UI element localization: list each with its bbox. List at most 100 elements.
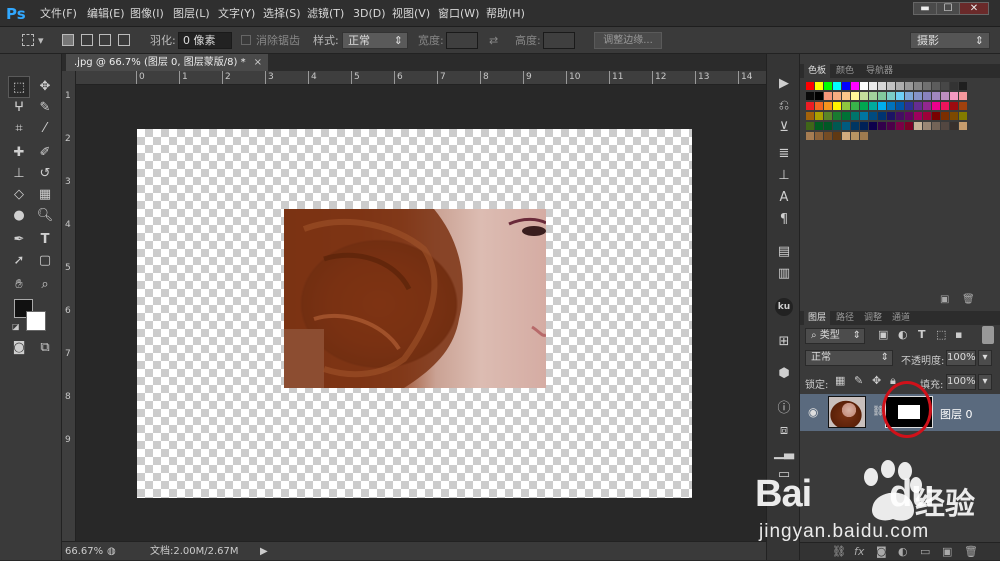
color-swatch[interactable]	[824, 102, 832, 110]
lasso-tool-icon[interactable]: ⵖ	[8, 97, 30, 119]
color-swatch[interactable]	[869, 112, 877, 120]
filter-toggle-icon[interactable]	[982, 326, 994, 344]
color-swatch[interactable]	[851, 92, 859, 100]
tab-adjustments[interactable]: 调整	[860, 311, 886, 325]
color-swatch[interactable]	[887, 102, 895, 110]
eyedropper-tool-icon[interactable]: ⁄	[34, 118, 56, 140]
menu-layer[interactable]: 图层(L)	[173, 0, 210, 27]
paragraph-icon[interactable]: ¶	[773, 210, 795, 230]
color-swatch[interactable]	[905, 122, 913, 130]
height-input[interactable]	[543, 32, 575, 49]
color-swatch[interactable]	[959, 82, 967, 90]
menu-3d[interactable]: 3D(D)	[353, 0, 386, 27]
path-select-tool-icon[interactable]: ➚	[8, 250, 30, 272]
color-swatch[interactable]	[878, 92, 886, 100]
menu-edit[interactable]: 编辑(E)	[87, 0, 125, 27]
antialias-checkbox[interactable]	[241, 35, 251, 45]
color-swatch[interactable]	[851, 82, 859, 90]
color-swatch[interactable]	[842, 92, 850, 100]
color-swatch[interactable]	[842, 112, 850, 120]
color-swatch[interactable]	[959, 102, 967, 110]
color-swatch[interactable]	[887, 112, 895, 120]
filter-type-icon[interactable]: T	[918, 328, 926, 341]
fill-input[interactable]: 100%	[946, 374, 976, 390]
color-swatch[interactable]	[923, 92, 931, 100]
color-swatch[interactable]	[932, 112, 940, 120]
menu-type[interactable]: 文字(Y)	[218, 0, 255, 27]
history-brush-tool-icon[interactable]: ↺	[34, 163, 56, 185]
style-select[interactable]: 正常 ⇕	[342, 32, 408, 49]
color-swatch[interactable]	[833, 102, 841, 110]
color-swatch[interactable]	[914, 82, 922, 90]
color-swatch[interactable]	[923, 102, 931, 110]
opacity-dropdown-icon[interactable]: ▾	[978, 350, 992, 366]
layer-filter-select[interactable]: ⌕ 类型 ⇕	[805, 328, 865, 344]
background-color-swatch[interactable]	[26, 311, 46, 331]
color-swatch[interactable]	[806, 122, 814, 130]
color-swatch[interactable]	[806, 92, 814, 100]
minimize-button[interactable]: ▬	[913, 2, 937, 15]
color-swatch[interactable]	[842, 82, 850, 90]
swatch-grid[interactable]	[800, 78, 980, 150]
color-swatch[interactable]	[905, 112, 913, 120]
blur-tool-icon[interactable]: ●	[8, 205, 30, 227]
zoom-level[interactable]: 66.67%	[65, 542, 103, 561]
color-swatch[interactable]	[869, 102, 877, 110]
color-swatch[interactable]	[815, 102, 823, 110]
tab-swatches[interactable]: 色板	[804, 64, 831, 78]
color-swatch[interactable]	[833, 82, 841, 90]
color-swatch[interactable]	[815, 132, 823, 140]
color-swatch[interactable]	[950, 112, 958, 120]
fill-dropdown-icon[interactable]: ▾	[978, 374, 992, 390]
status-menu-arrow-icon[interactable]: ▶	[260, 542, 268, 561]
subtract-selection-icon[interactable]	[99, 34, 111, 46]
tab-navigator[interactable]: 导航器	[862, 64, 897, 78]
color-swatch[interactable]	[950, 92, 958, 100]
swap-icon[interactable]: ⇄	[489, 27, 498, 54]
color-swatch[interactable]	[905, 82, 913, 90]
tab-layers[interactable]: 图层	[804, 311, 831, 325]
color-swatch[interactable]	[941, 122, 949, 130]
color-swatch[interactable]	[851, 132, 859, 140]
color-swatch[interactable]	[950, 122, 958, 130]
shape-tool-icon[interactable]: ▢	[34, 250, 56, 272]
color-swatch[interactable]	[833, 92, 841, 100]
quick-select-tool-icon[interactable]: ✎	[34, 97, 56, 119]
color-swatch[interactable]	[914, 102, 922, 110]
color-swatch[interactable]	[815, 82, 823, 90]
dodge-tool-icon[interactable]: 🔍︎	[34, 205, 56, 227]
color-swatch[interactable]	[860, 132, 868, 140]
menu-window[interactable]: 窗口(W)	[438, 0, 479, 27]
hand-tool-icon[interactable]: ✋︎	[8, 274, 30, 296]
menu-view[interactable]: 视图(V)	[392, 0, 430, 27]
lock-pixels-icon[interactable]: ✎	[854, 374, 863, 387]
tab-paths[interactable]: 路径	[832, 311, 858, 325]
color-swatch[interactable]	[824, 82, 832, 90]
visibility-eye-icon[interactable]: ◉	[808, 405, 818, 419]
lock-position-icon[interactable]: ✥	[872, 374, 881, 387]
color-swatch[interactable]	[815, 112, 823, 120]
3d-cube-icon[interactable]: ⬢	[773, 364, 795, 384]
color-swatch[interactable]	[914, 112, 922, 120]
document-tab[interactable]: .jpg @ 66.7% (图层 0, 图层蒙版/8) * ×	[66, 54, 268, 71]
color-swatch[interactable]	[878, 112, 886, 120]
color-swatch[interactable]	[914, 92, 922, 100]
zoom-tool-icon[interactable]: ⌕	[34, 274, 56, 296]
close-tab-icon[interactable]: ×	[254, 57, 262, 68]
tab-color[interactable]: 颜色	[832, 64, 858, 78]
color-swatch[interactable]	[806, 112, 814, 120]
status-info-icon[interactable]: ◍	[107, 542, 116, 561]
add-selection-icon[interactable]	[81, 34, 93, 46]
feather-input[interactable]: 0 像素	[178, 32, 232, 49]
color-swatch[interactable]	[869, 122, 877, 130]
color-swatch[interactable]	[806, 102, 814, 110]
layer-thumbnail[interactable]	[828, 396, 866, 428]
intersect-selection-icon[interactable]	[118, 34, 130, 46]
color-swatch[interactable]	[923, 82, 931, 90]
lock-transparent-icon[interactable]: ▦	[835, 374, 845, 387]
properties-info-icon[interactable]: ⓘ	[773, 399, 795, 419]
brush-presets-icon[interactable]: ≣	[773, 144, 795, 164]
menu-select[interactable]: 选择(S)	[263, 0, 301, 27]
color-swatch[interactable]	[941, 112, 949, 120]
delete-swatch-icon[interactable]: 🗑︎	[962, 294, 975, 305]
